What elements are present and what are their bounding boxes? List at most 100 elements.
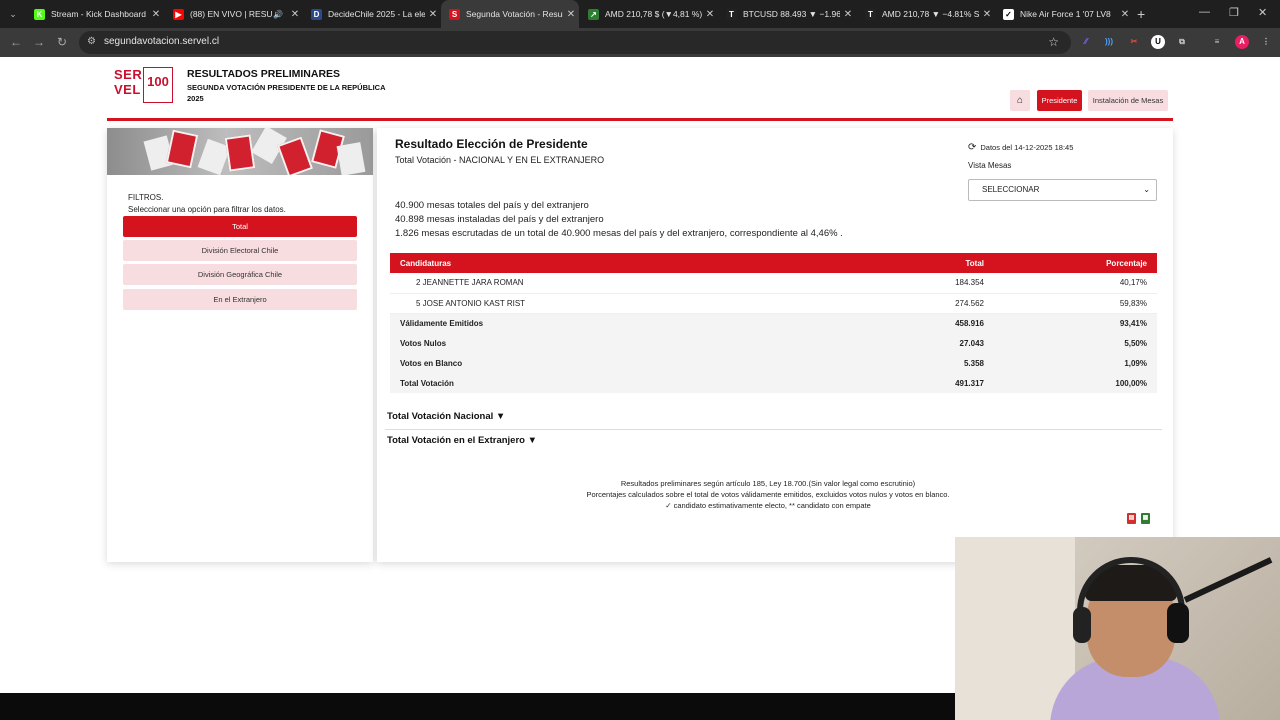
browser-tab[interactable]: K Stream - Kick Dashboard ✕ [26, 0, 164, 28]
page-title: RESULTADOS PRELIMINARES [187, 68, 341, 80]
home-icon: ⌂ [1016, 95, 1024, 106]
new-tab-button[interactable]: + [1137, 6, 1145, 22]
table-row: 5 JOSE ANTONIO KAST RIST 274.562 59,83% [390, 293, 1157, 314]
candidate-total: 274.562 [864, 293, 984, 314]
filter-extranjero-button[interactable]: En el Extranjero [123, 289, 357, 310]
header-total: Total [864, 253, 984, 273]
table-row: 2 JEANNETTE JARA ROMAN 184.354 40,17% [390, 273, 1157, 294]
accordion-votacion-extranjero[interactable]: Total Votación en el Extranjero ▼ [387, 435, 537, 446]
url-text[interactable]: segundavotacion.servel.cl [104, 36, 219, 47]
filters-subtitle: Seleccionar una opción para filtrar los … [128, 205, 286, 214]
close-tab-icon[interactable]: ✕ [148, 9, 164, 20]
servel-logo[interactable]: SER VEL 100 [114, 67, 174, 105]
minimize-icon[interactable]: — [1199, 6, 1210, 18]
total-value: 27.043 [864, 333, 984, 353]
youtube-icon: ▶ [173, 8, 184, 20]
address-bar[interactable]: ⚙ segundavotacion.servel.cl ☆ [79, 31, 1071, 54]
bookmark-star-icon[interactable]: ☆ [1048, 35, 1059, 49]
candidate-pct: 59,83% [984, 293, 1157, 314]
results-table: Candidaturas Total Porcentaje 2 JEANNETT… [390, 253, 1157, 393]
table-row: Total Votación 491.317 100,00% [390, 373, 1157, 393]
tab-label: AMD 210,78 ▼ −4.81% Si [882, 9, 979, 19]
total-pct: 100,00% [984, 373, 1157, 393]
extension-icon-4[interactable]: U [1151, 35, 1165, 49]
site-info-icon[interactable]: ⚙ [87, 36, 96, 47]
result-subtitle: Total Votación - NACIONAL Y EN EL EXTRAN… [395, 155, 605, 165]
mic-arm [1183, 557, 1273, 603]
browser-tab[interactable]: T AMD 210,78 ▼ −4.81% Si ✕ [857, 0, 995, 28]
browser-tab[interactable]: D DecideChile 2025 - La elec ✕ [303, 0, 441, 28]
back-icon[interactable]: ← [10, 35, 22, 49]
total-label: Total Votación [390, 373, 864, 393]
maximize-icon[interactable]: ❐ [1229, 6, 1239, 19]
tab-label: Nike Air Force 1 '07 LV8 [1020, 9, 1111, 19]
filter-total-button[interactable]: Total [123, 216, 357, 237]
close-window-icon[interactable]: ✕ [1258, 6, 1267, 19]
browser-tab-bar: ⌄ K Stream - Kick Dashboard ✕ ▶ (88) EN VIVO… [0, 0, 1280, 28]
data-timestamp: ⟳ Datos del 14-12-2025 18:45 [968, 142, 1074, 153]
results-panel: Resultado Elección de Presidente Total V… [377, 128, 1173, 562]
close-tab-icon[interactable]: ✕ [425, 9, 441, 20]
footnote-line-3: ✓ candidato estimativamente electo, ** c… [665, 501, 871, 510]
logo-text: SER VEL [114, 67, 143, 97]
footnote-line-2: Porcentajes calculados sobre el total de… [586, 490, 950, 499]
webcam-overlay [955, 537, 1280, 720]
close-tab-icon[interactable]: ✕ [1117, 9, 1133, 20]
kick-icon: K [34, 8, 45, 20]
filter-division-electoral-button[interactable]: División Electoral Chile [123, 240, 357, 261]
site-header: SER VEL 100 RESULTADOS PRELIMINARES SEGU… [107, 58, 1173, 121]
mesas-totales-text: 40.900 mesas totales del país y del extr… [395, 200, 589, 211]
close-tab-icon[interactable]: ✕ [979, 9, 995, 20]
total-pct: 93,41% [984, 313, 1157, 333]
browser-tab[interactable]: ▶ (88) EN VIVO | RESULTA🔊 ✕ [165, 0, 303, 28]
tab-label: (88) EN VIVO | RESULTA [190, 9, 273, 19]
presidente-button[interactable]: Presidente [1037, 90, 1082, 111]
page-subtitle: SEGUNDA VOTACIÓN PRESIDENTE DE LA REPÚBL… [187, 83, 386, 103]
tab-label: Segunda Votación - Resul [466, 9, 563, 19]
audio-playing-icon[interactable]: 🔊 [273, 10, 283, 19]
servel-icon: S [449, 8, 460, 20]
filter-division-geografica-button[interactable]: División Geográfica Chile [123, 264, 357, 285]
excel-download-icon[interactable]: ▦ [1141, 513, 1150, 524]
tab-search-icon[interactable]: ⌄ [4, 5, 22, 23]
vista-mesas-select[interactable]: SELECCIONAR ⌄ [968, 179, 1157, 201]
headset-ear-left [1073, 607, 1091, 643]
divider [385, 429, 1162, 430]
instalacion-mesas-button[interactable]: Instalación de Mesas [1088, 90, 1168, 111]
forward-icon[interactable]: → [33, 35, 45, 49]
refresh-icon[interactable]: ⟳ [968, 142, 976, 153]
browser-tab[interactable]: S Segunda Votación - Resul ✕ [441, 0, 579, 28]
close-tab-icon[interactable]: ✕ [840, 9, 856, 20]
table-row: Votos en Blanco 5.358 1,09% [390, 353, 1157, 373]
extension-icon-2[interactable]: ))) [1102, 35, 1116, 49]
table-row: Válidamente Emitidos 458.916 93,41% [390, 313, 1157, 333]
stock-icon: ↗ [588, 8, 599, 20]
extension-icon-3[interactable]: ✂ [1127, 35, 1141, 49]
tradingview-icon: T [865, 8, 876, 20]
reload-icon[interactable]: ↻ [57, 35, 67, 49]
logo-100-badge: 100 [143, 67, 173, 103]
browser-tab[interactable]: T BTCUSD 88.493 ▼ −1.96% ✕ [718, 0, 856, 28]
extensions-puzzle-icon[interactable]: ⧉ [1175, 35, 1189, 49]
filter-panel: FILTROS. Seleccionar una opción para fil… [107, 128, 373, 562]
home-button[interactable]: ⌂ [1010, 90, 1030, 111]
candidate-total: 184.354 [864, 273, 984, 294]
browser-tab[interactable]: ↗ AMD 210,78 $ (▼4,81 %) ✕ [580, 0, 718, 28]
candidate-name: 2 JEANNETTE JARA ROMAN [390, 273, 864, 294]
browser-tab[interactable]: ✓ Nike Air Force 1 '07 LV8 ✕ [995, 0, 1133, 28]
profile-avatar-icon[interactable]: A [1235, 35, 1249, 49]
tab-label: AMD 210,78 $ (▼4,81 %) [605, 9, 702, 19]
tab-label: DecideChile 2025 - La elec [328, 9, 425, 19]
close-tab-icon[interactable]: ✕ [563, 9, 579, 20]
total-value: 5.358 [864, 353, 984, 373]
accordion-votacion-nacional[interactable]: Total Votación Nacional ▼ [387, 411, 505, 422]
browser-menu-icon[interactable]: ⋮ [1259, 35, 1273, 49]
tab-label: BTCUSD 88.493 ▼ −1.96% [743, 9, 840, 19]
reading-list-icon[interactable]: ≡ [1210, 35, 1224, 49]
vista-mesas-label: Vista Mesas [968, 161, 1012, 170]
close-tab-icon[interactable]: ✕ [287, 9, 303, 20]
close-tab-icon[interactable]: ✕ [702, 9, 718, 20]
header-candidaturas: Candidaturas [390, 253, 864, 273]
extension-icon-1[interactable]: ⁄⁄ [1079, 35, 1093, 49]
pdf-download-icon[interactable]: ▤ [1127, 513, 1136, 524]
